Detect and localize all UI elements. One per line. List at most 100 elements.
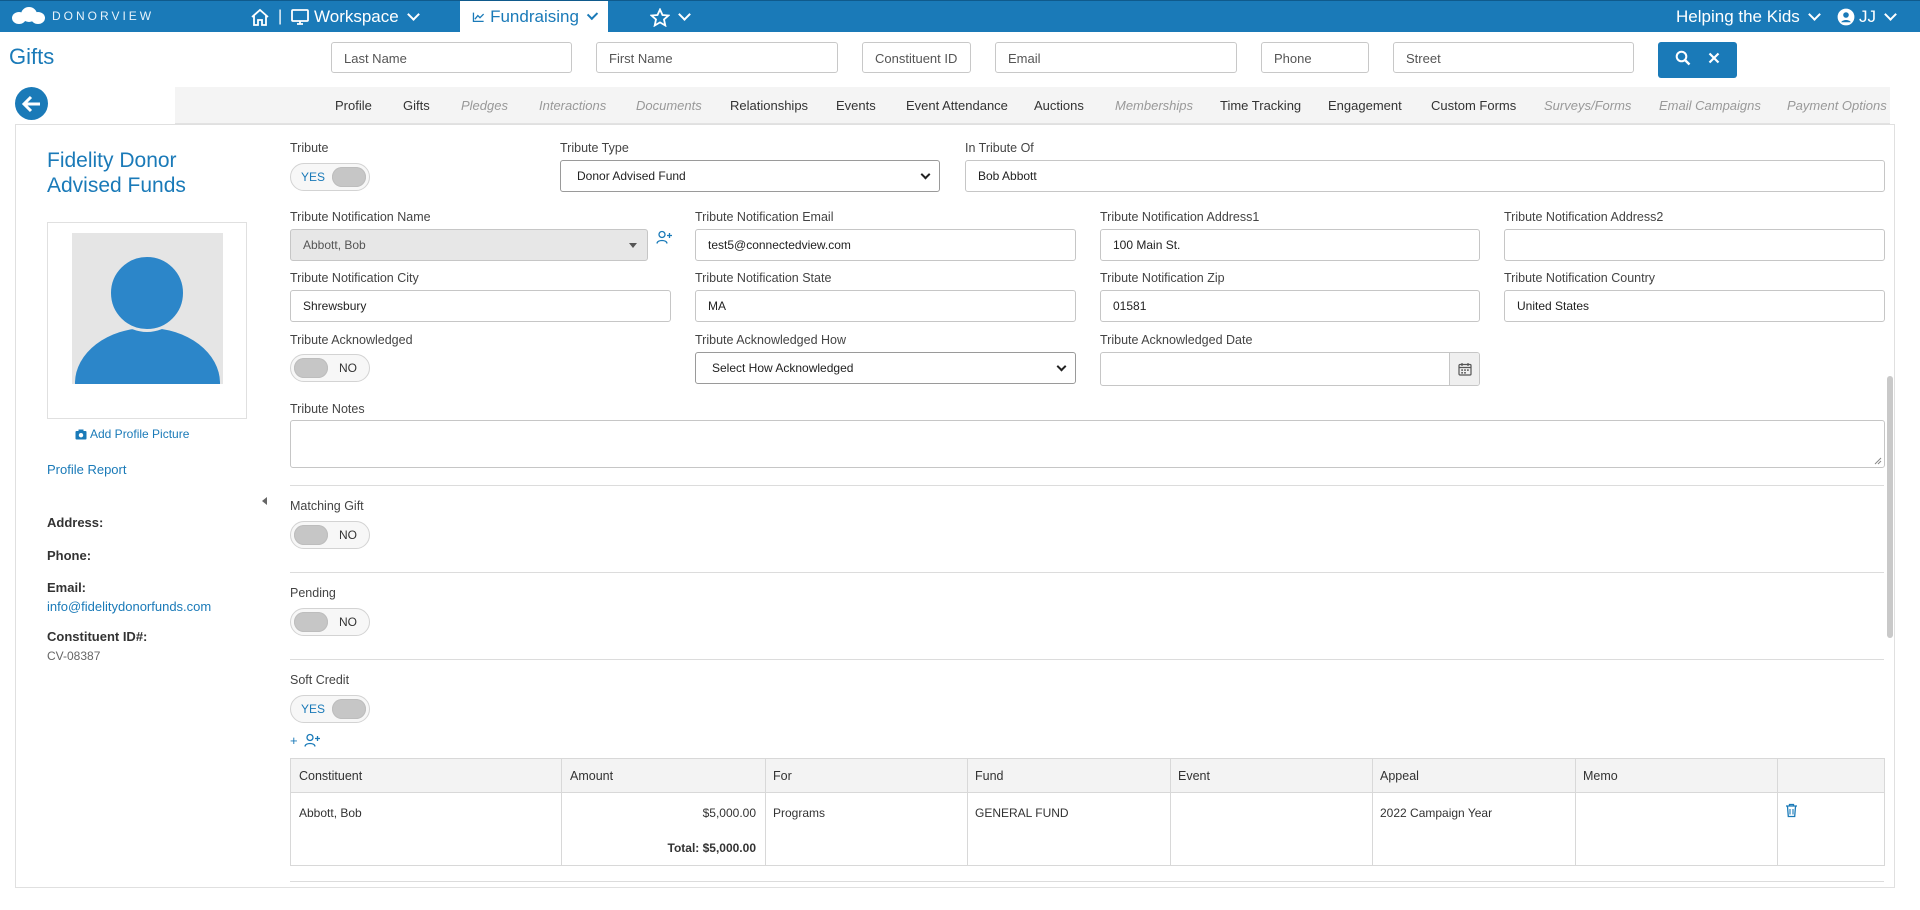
constituent-name: Fidelity Donor Advised Funds bbox=[47, 149, 186, 197]
favorites-menu[interactable] bbox=[650, 1, 691, 33]
notification-zip-input[interactable]: 01581 bbox=[1100, 290, 1480, 322]
logo-text: DONORVIEW bbox=[52, 9, 155, 23]
email-search-input[interactable]: Email bbox=[995, 42, 1237, 73]
row-total: Total: $5,000.00 bbox=[667, 841, 757, 855]
tab-memberships[interactable]: Memberships bbox=[1115, 98, 1193, 113]
tribute-toggle[interactable]: YES bbox=[290, 163, 370, 191]
in-tribute-of-input[interactable]: Bob Abbott bbox=[965, 160, 1885, 192]
tab-events[interactable]: Events bbox=[836, 98, 876, 113]
add-profile-picture-label: Add Profile Picture bbox=[90, 427, 190, 441]
toggle-knob bbox=[294, 612, 328, 632]
address-label: Address: bbox=[47, 515, 104, 530]
notification-name-select[interactable]: Abbott, Bob bbox=[290, 229, 648, 261]
tab-event-attendance[interactable]: Event Attendance bbox=[906, 98, 1008, 113]
tab-profile[interactable]: Profile bbox=[335, 98, 372, 113]
notification-country-input[interactable]: United States bbox=[1504, 290, 1885, 322]
caret-down-icon bbox=[629, 243, 637, 248]
matching-gift-toggle[interactable]: NO bbox=[290, 521, 370, 549]
notification-city-input[interactable]: Shrewsbury bbox=[290, 290, 671, 322]
tribute-acknowledged-label: Tribute Acknowledged bbox=[290, 333, 413, 347]
add-person-button[interactable] bbox=[656, 230, 673, 250]
trash-icon bbox=[1786, 803, 1797, 818]
vertical-scrollbar[interactable] bbox=[1887, 376, 1893, 638]
profile-report-link[interactable]: Profile Report bbox=[47, 462, 126, 477]
toggle-state: NO bbox=[339, 361, 357, 375]
notification-city-label: Tribute Notification City bbox=[290, 271, 419, 285]
user-circle-icon bbox=[1837, 8, 1855, 26]
date-picker-button[interactable] bbox=[1449, 353, 1479, 385]
row-constituent[interactable]: Abbott, Bob bbox=[299, 806, 362, 820]
user-plus-icon bbox=[656, 230, 672, 244]
logo-icon bbox=[12, 6, 46, 26]
tab-payment-options[interactable]: Payment Options bbox=[1787, 98, 1887, 113]
back-button[interactable] bbox=[15, 87, 48, 120]
user-menu[interactable]: JJ bbox=[1837, 1, 1897, 33]
workspace-menu[interactable]: Workspace bbox=[290, 1, 420, 33]
user-initials: JJ bbox=[1859, 7, 1876, 26]
last-name-search-input[interactable]: Last Name bbox=[331, 42, 572, 73]
tribute-notes-textarea[interactable] bbox=[290, 420, 1885, 468]
organization-label: Helping the Kids bbox=[1676, 7, 1800, 26]
tab-gifts[interactable]: Gifts bbox=[403, 98, 430, 113]
column-divider bbox=[1575, 759, 1576, 865]
row-amount: $5,000.00 bbox=[702, 806, 756, 820]
organization-menu[interactable]: Helping the Kids bbox=[1676, 1, 1821, 33]
tab-pledges[interactable]: Pledges bbox=[461, 98, 508, 113]
phone-search-input[interactable]: Phone bbox=[1261, 42, 1369, 73]
fundraising-menu[interactable]: Fundraising bbox=[460, 1, 608, 33]
toggle-state: YES bbox=[301, 170, 326, 184]
in-tribute-of-label: In Tribute Of bbox=[965, 141, 1034, 155]
tab-interactions[interactable]: Interactions bbox=[539, 98, 606, 113]
resize-handle-icon[interactable] bbox=[1873, 456, 1882, 465]
constituent-id-search-input[interactable]: Constituent ID bbox=[862, 42, 971, 73]
chevron-down-icon bbox=[586, 8, 599, 21]
tab-surveys-forms[interactable]: Surveys/Forms bbox=[1544, 98, 1631, 113]
tribute-type-select[interactable]: Donor Advised Fund bbox=[560, 160, 940, 192]
pending-label: Pending bbox=[290, 586, 336, 600]
tab-engagement[interactable]: Engagement bbox=[1328, 98, 1402, 113]
acknowledged-how-value: Select How Acknowledged bbox=[712, 361, 854, 375]
acknowledged-date-label: Tribute Acknowledged Date bbox=[1100, 333, 1253, 347]
notification-zip-label: Tribute Notification Zip bbox=[1100, 271, 1225, 285]
tab-custom-forms[interactable]: Custom Forms bbox=[1431, 98, 1516, 113]
tribute-label: Tribute bbox=[290, 141, 329, 155]
tab-documents[interactable]: Documents bbox=[636, 98, 702, 113]
chevron-down-icon bbox=[1884, 8, 1897, 21]
first-name-search-input[interactable]: First Name bbox=[596, 42, 838, 73]
tab-auctions[interactable]: Auctions bbox=[1034, 98, 1084, 113]
constituent-id-value: CV-08387 bbox=[47, 649, 101, 663]
email-link[interactable]: info@fidelitydonorfunds.com bbox=[47, 599, 211, 614]
notification-address1-input[interactable]: 100 Main St. bbox=[1100, 229, 1480, 261]
acknowledged-how-select[interactable]: Select How Acknowledged bbox=[695, 352, 1076, 384]
toggle-state: NO bbox=[339, 615, 357, 629]
notification-country-label: Tribute Notification Country bbox=[1504, 271, 1655, 285]
top-navigation-bar: DONORVIEW | Workspace Fundraising Helpin… bbox=[0, 0, 1920, 33]
header-for: For bbox=[773, 769, 792, 783]
tab-relationships[interactable]: Relationships bbox=[730, 98, 808, 113]
pending-toggle[interactable]: NO bbox=[290, 608, 370, 636]
notification-state-input[interactable]: MA bbox=[695, 290, 1076, 322]
notification-address2-input[interactable] bbox=[1504, 229, 1885, 261]
clear-search-button[interactable] bbox=[1708, 51, 1720, 69]
tribute-notes-label: Tribute Notes bbox=[290, 402, 365, 416]
collapse-sidebar-icon[interactable] bbox=[262, 497, 267, 505]
column-divider bbox=[1372, 759, 1373, 865]
search-button[interactable] bbox=[1675, 50, 1691, 71]
donorview-logo[interactable]: DONORVIEW bbox=[12, 6, 154, 26]
search-icon bbox=[1675, 50, 1691, 65]
street-search-input[interactable]: Street bbox=[1393, 42, 1634, 73]
matching-gift-label: Matching Gift bbox=[290, 499, 364, 513]
soft-credit-table: Constituent Amount For Fund Event Appeal… bbox=[290, 758, 1885, 866]
delete-row-button[interactable] bbox=[1785, 803, 1798, 823]
notification-email-input[interactable]: test5@connectedview.com bbox=[695, 229, 1076, 261]
tab-email-campaigns[interactable]: Email Campaigns bbox=[1659, 98, 1761, 113]
notification-name-value: Abbott, Bob bbox=[303, 238, 366, 252]
add-profile-picture-link[interactable]: Add Profile Picture bbox=[75, 427, 189, 441]
tribute-acknowledged-toggle[interactable]: NO bbox=[290, 354, 370, 382]
tab-time-tracking[interactable]: Time Tracking bbox=[1220, 98, 1301, 113]
chevron-down-icon bbox=[406, 8, 420, 21]
header-constituent: Constituent bbox=[299, 769, 363, 783]
add-soft-credit-button[interactable]: + bbox=[290, 733, 321, 748]
home-button[interactable] bbox=[250, 1, 270, 33]
soft-credit-toggle[interactable]: YES bbox=[290, 695, 370, 723]
